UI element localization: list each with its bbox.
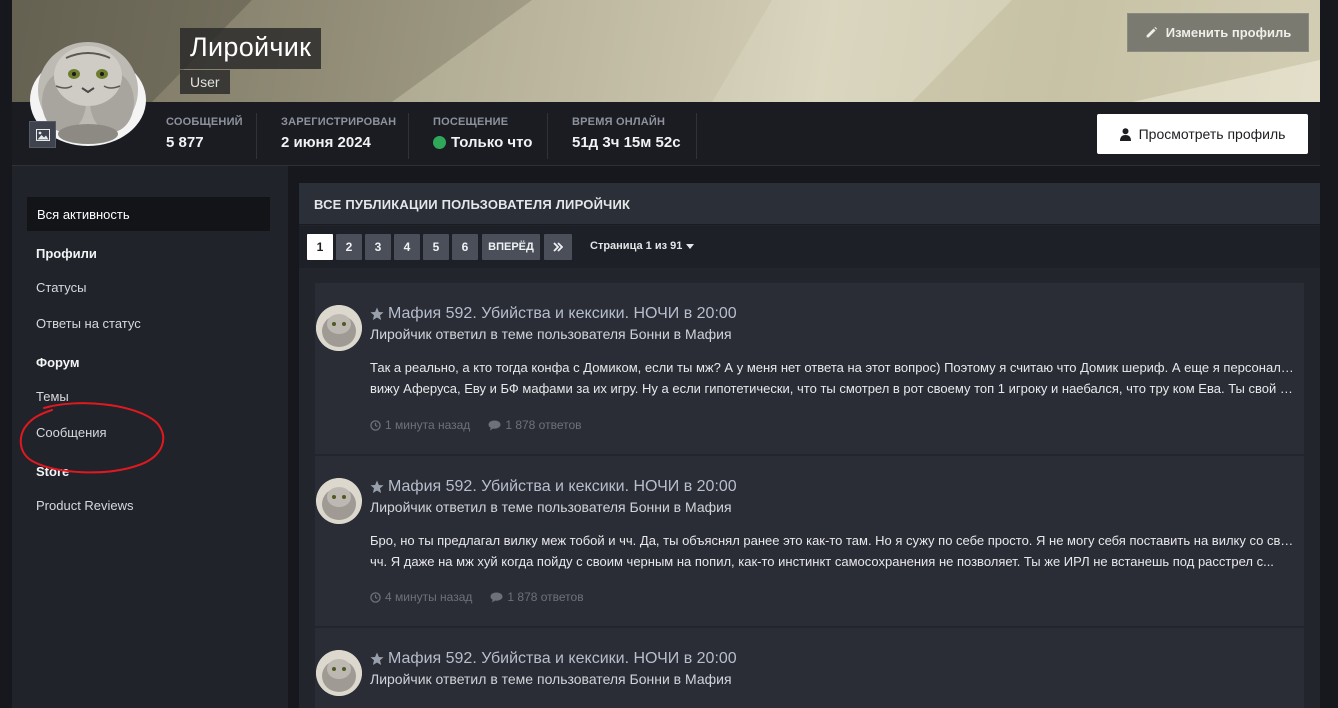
post-subtitle: Лиройчик ответил в теме пользователя Бон… xyxy=(370,499,732,515)
sidebar-group-forum: Форум xyxy=(36,355,80,370)
post-topic-title: Мафия 592. Убийства и кексики. НОЧИ в 20… xyxy=(388,305,737,322)
post-author-avatar[interactable] xyxy=(316,478,362,524)
edit-profile-button[interactable]: Изменить профиль xyxy=(1127,13,1309,52)
stat-posts-value: 5 877 xyxy=(166,134,243,151)
star-icon xyxy=(370,480,384,493)
post-snippet-line: чч. Я даже на мж хуй когда пойду с своим… xyxy=(370,554,1274,569)
post-time[interactable]: 1 минута назад xyxy=(370,418,470,432)
post-author-avatar[interactable] xyxy=(316,650,362,696)
user-icon xyxy=(1119,127,1131,141)
pencil-icon xyxy=(1146,26,1157,38)
sidebar-item-status-replies[interactable]: Ответы на статус xyxy=(36,316,141,331)
post-topic-link[interactable]: Мафия 592. Убийства и кексики. НОЧИ в 20… xyxy=(370,305,737,323)
page-info-text: Страница 1 из 91 xyxy=(590,240,683,252)
star-icon xyxy=(370,652,384,665)
stat-last-visit-label: ПОСЕЩЕНИЕ xyxy=(433,116,509,128)
avatar-image xyxy=(316,305,362,351)
post-meta: 4 минуты назад 1 878 ответов xyxy=(370,590,584,604)
user-group-box: User xyxy=(180,70,230,94)
red-circle-annotation xyxy=(19,402,165,474)
post-snippet: Так а реально, а кто тогда конфа с Домик… xyxy=(370,357,1300,399)
comment-icon xyxy=(490,591,503,603)
stat-divider xyxy=(408,113,409,159)
post-author-avatar[interactable] xyxy=(316,305,362,351)
comment-icon xyxy=(488,419,501,431)
stat-last-visit-value: Только что xyxy=(433,134,532,151)
stat-last-visit-text: Только что xyxy=(451,134,533,151)
post-replies: 1 878 ответов xyxy=(488,418,582,432)
page-button-5[interactable]: 5 xyxy=(423,234,449,260)
image-icon xyxy=(35,128,50,141)
post-time-text: 4 минуты назад xyxy=(385,590,473,604)
stat-online-time-label: ВРЕМЯ ОНЛАЙН xyxy=(572,116,666,128)
activity-post: Мафия 592. Убийства и кексики. НОЧИ в 20… xyxy=(315,456,1304,626)
post-time[interactable]: 4 минуты назад xyxy=(370,590,472,604)
star-icon xyxy=(370,307,384,320)
page-jump-dropdown[interactable]: Страница 1 из 91 xyxy=(590,240,695,252)
next-page-button[interactable]: ВПЕРЁД xyxy=(482,234,540,260)
stat-last-visit: ПОСЕЩЕНИЕ Только что xyxy=(433,116,532,151)
clock-icon xyxy=(370,591,381,603)
sidebar-item-all-activity[interactable]: Вся активность xyxy=(27,197,270,231)
edit-profile-label: Изменить профиль xyxy=(1165,25,1292,40)
post-replies-text: 1 878 ответов xyxy=(507,590,584,604)
stat-divider xyxy=(696,113,697,159)
change-cover-photo-button[interactable] xyxy=(29,121,56,148)
sidebar-item-label: Вся активность xyxy=(37,207,130,222)
post-topic-title: Мафия 592. Убийства и кексики. НОЧИ в 20… xyxy=(388,478,737,495)
stat-registered: ЗАРЕГИСТРИРОВАН 2 июня 2024 xyxy=(281,116,396,151)
stat-online-time: ВРЕМЯ ОНЛАЙН 51д 3ч 15м 52с xyxy=(572,116,681,151)
post-topic-title: Мафия 592. Убийства и кексики. НОЧИ в 20… xyxy=(388,650,737,667)
post-meta: 1 минута назад 1 878 ответов xyxy=(370,418,582,432)
post-snippet: Бро, но ты предлагал вилку меж тобой и ч… xyxy=(370,530,1300,572)
post-snippet-line: Бро, но ты предлагал вилку меж тобой и ч… xyxy=(370,533,1300,548)
stat-online-time-value: 51д 3ч 15м 52с xyxy=(572,134,681,151)
stat-registered-label: ЗАРЕГИСТРИРОВАН xyxy=(281,116,397,128)
activity-post: Мафия 592. Убийства и кексики. НОЧИ в 20… xyxy=(315,628,1304,708)
user-name: Лиройчик xyxy=(190,32,312,62)
stat-divider xyxy=(256,113,257,159)
post-subtitle: Лиройчик ответил в теме пользователя Бон… xyxy=(370,326,732,342)
online-status-icon xyxy=(433,136,446,149)
content-header: ВСЕ ПУБЛИКАЦИИ ПОЛЬЗОВАТЕЛЯ ЛИРОЙЧИК xyxy=(299,183,1320,225)
sidebar-group-profiles: Профили xyxy=(36,246,97,261)
page-button-1[interactable]: 1 xyxy=(307,234,333,260)
stat-registered-date: 2 июня 2024 xyxy=(281,134,371,151)
post-topic-link[interactable]: Мафия 592. Убийства и кексики. НОЧИ в 20… xyxy=(370,650,737,668)
post-time-text: 1 минута назад xyxy=(385,418,471,432)
post-replies: 1 878 ответов xyxy=(490,590,584,604)
clock-icon xyxy=(370,419,381,431)
stat-posts: СООБЩЕНИЙ 5 877 xyxy=(166,116,243,151)
post-snippet-line: Так а реально, а кто тогда конфа с Домик… xyxy=(370,360,1300,375)
caret-down-icon xyxy=(686,243,695,249)
page-button-3[interactable]: 3 xyxy=(365,234,391,260)
sidebar-item-product-reviews[interactable]: Product Reviews xyxy=(36,498,134,513)
avatar-image xyxy=(316,650,362,696)
stat-online-time-text: 51д 3ч 15м 52с xyxy=(572,134,681,151)
user-name-box: Лиройчик xyxy=(180,28,322,69)
page-button-2[interactable]: 2 xyxy=(336,234,362,260)
stat-posts-number: 5 877 xyxy=(166,134,204,151)
page-button-6[interactable]: 6 xyxy=(452,234,478,260)
stat-registered-value: 2 июня 2024 xyxy=(281,134,396,151)
view-profile-button[interactable]: Просмотреть профиль xyxy=(1097,114,1308,154)
post-topic-link[interactable]: Мафия 592. Убийства и кексики. НОЧИ в 20… xyxy=(370,478,737,496)
content-title: ВСЕ ПУБЛИКАЦИИ ПОЛЬЗОВАТЕЛЯ ЛИРОЙЧИК xyxy=(314,197,631,212)
activity-post: Мафия 592. Убийства и кексики. НОЧИ в 20… xyxy=(315,283,1304,454)
post-subtitle: Лиройчик ответил в теме пользователя Бон… xyxy=(370,671,732,687)
last-page-button[interactable] xyxy=(544,234,572,260)
avatar-image xyxy=(316,478,362,524)
stat-divider xyxy=(547,113,548,159)
post-snippet-line: вижу Аферуса, Еву и БФ мафами за их игру… xyxy=(370,381,1300,396)
user-group: User xyxy=(190,74,220,90)
sidebar-item-statuses[interactable]: Статусы xyxy=(36,280,86,295)
stat-posts-label: СООБЩЕНИЙ xyxy=(166,116,243,128)
page-button-4[interactable]: 4 xyxy=(394,234,420,260)
view-profile-label: Просмотреть профиль xyxy=(1138,126,1286,142)
double-chevron-right-icon xyxy=(553,242,563,252)
post-replies-text: 1 878 ответов xyxy=(505,418,582,432)
